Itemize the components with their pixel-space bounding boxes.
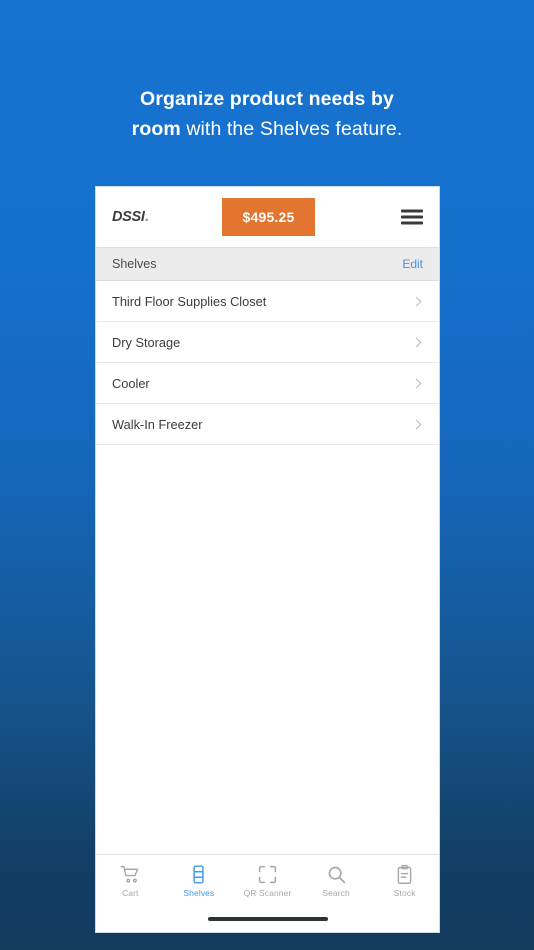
hamburger-line [401,221,423,225]
hamburger-menu-icon[interactable] [401,209,423,225]
tab-label: Stock [393,887,416,898]
shelf-list-item[interactable]: Cooler [96,363,439,404]
tab-label: Shelves [183,887,215,898]
home-indicator-area [96,906,439,932]
shelves-icon [188,864,209,885]
section-title: Shelves [112,257,157,271]
tab-search[interactable]: Search [302,855,371,906]
shopping-cart-icon [120,864,141,885]
tab-shelves[interactable]: Shelves [165,855,234,906]
shelf-list: Third Floor Supplies Closet Dry Storage Co… [96,281,439,445]
tab-qr-scanner[interactable]: QR Scanner [233,855,302,906]
logo-text: DSSI [112,209,145,225]
page-headline: Organize product needs by room with the … [0,84,534,144]
tab-stock[interactable]: Stock [370,855,439,906]
search-icon [326,864,347,885]
shelf-list-item[interactable]: Third Floor Supplies Closet [96,281,439,322]
qr-scanner-icon [257,864,278,885]
shelf-list-item[interactable]: Walk-In Freezer [96,404,439,445]
phone-mockup: DSSI. $495.25 Shelves Edit Third Floor S… [95,186,440,933]
chevron-right-icon [411,337,422,347]
shelf-name: Dry Storage [112,334,181,350]
clipboard-icon [394,864,415,885]
app-header: DSSI. $495.25 [96,187,439,247]
chevron-right-icon [411,378,422,388]
headline-line1: Organize product needs by [140,88,394,110]
chevron-right-icon [411,296,422,306]
shelf-name: Third Floor Supplies Closet [112,293,267,309]
edit-button[interactable]: Edit [402,257,423,271]
tab-label: Cart [122,887,139,898]
shelf-name: Cooler [112,375,150,391]
tab-label: Search [322,887,350,898]
cart-total-badge[interactable]: $495.25 [222,198,315,236]
list-empty-area [96,445,439,854]
section-header-bar: Shelves Edit [96,247,439,281]
logo-dot: . [144,209,149,225]
tab-label: QR Scanner [243,887,292,898]
headline-line2-rest: with the Shelves feature. [180,118,403,140]
shelf-list-item[interactable]: Dry Storage [96,322,439,363]
bottom-tab-bar: Cart Shelves QR Scanner Search Stock [96,854,439,906]
home-indicator[interactable] [207,917,328,921]
hamburger-line [401,215,423,219]
dssi-logo: DSSI. [112,209,149,225]
chevron-right-icon [411,419,422,429]
tab-cart[interactable]: Cart [96,855,165,906]
shelf-name: Walk-In Freezer [112,416,203,432]
headline-line2-bold: room [131,118,181,140]
hamburger-line [401,209,423,213]
